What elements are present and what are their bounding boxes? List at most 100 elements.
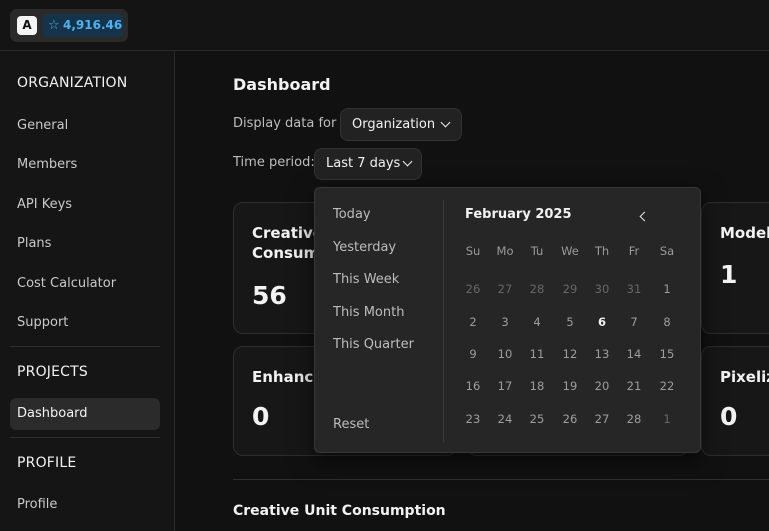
star-icon: ☆ bbox=[48, 18, 60, 33]
weekday-label: Tu bbox=[530, 244, 544, 258]
card-title: Pixeliza bbox=[720, 368, 769, 386]
preset-this-quarter[interactable]: This Quarter bbox=[333, 337, 414, 352]
organization-select[interactable]: Organization bbox=[340, 108, 462, 141]
calendar-day[interactable]: 19 bbox=[554, 376, 586, 396]
organization-select-value: Organization bbox=[352, 117, 436, 132]
display-data-label: Display data for bbox=[233, 116, 337, 131]
account-pill[interactable]: A ☆ 4,916.46 bbox=[10, 9, 128, 42]
chevron-left-icon[interactable] bbox=[639, 211, 650, 222]
calendar-day[interactable]: 18 bbox=[521, 376, 553, 396]
sidebar-item-members[interactable]: Members bbox=[17, 157, 77, 172]
sidebar-item-api-keys[interactable]: API Keys bbox=[17, 197, 72, 212]
reset-button[interactable]: Reset bbox=[333, 417, 369, 432]
page-title: Dashboard bbox=[233, 75, 331, 94]
sidebar-item-support[interactable]: Support bbox=[17, 315, 68, 330]
calendar-day[interactable]: 4 bbox=[521, 312, 553, 332]
calendar-day[interactable]: 2 bbox=[457, 312, 489, 332]
sidebar-item-profile[interactable]: Profile bbox=[17, 497, 57, 512]
calendar-day[interactable]: 1 bbox=[651, 279, 683, 299]
time-period-label: Time period: bbox=[233, 155, 315, 170]
calendar-week: 2 3 4 5 6 7 8 bbox=[457, 312, 683, 332]
sidebar-section-profile: PROFILE bbox=[17, 455, 77, 471]
calendar-week: 16 17 18 19 20 21 22 bbox=[457, 376, 683, 396]
section-title-creative-unit-consumption: Creative Unit Consumption bbox=[233, 503, 446, 519]
sidebar-item-general[interactable]: General bbox=[17, 118, 68, 133]
card-title: Enhance bbox=[252, 368, 324, 386]
calendar-day[interactable]: 31 bbox=[618, 279, 650, 299]
weekday-header-row: Su Mo Tu We Th Fr Sa bbox=[457, 241, 683, 261]
calendar-day[interactable]: 10 bbox=[489, 344, 521, 364]
calendar-day[interactable]: 1 bbox=[651, 409, 683, 429]
credits-value: 4,916.46 bbox=[63, 18, 123, 32]
sidebar-section-projects: PROJECTS bbox=[17, 364, 88, 380]
calendar-day[interactable]: 29 bbox=[554, 279, 586, 299]
calendar-day[interactable]: 30 bbox=[586, 279, 618, 299]
chevron-down-icon bbox=[402, 156, 413, 167]
section-divider bbox=[233, 479, 769, 480]
popover-separator bbox=[443, 200, 444, 442]
calendar-day[interactable]: 27 bbox=[489, 279, 521, 299]
weekday-label: Su bbox=[465, 244, 481, 258]
card-title: Models bbox=[720, 224, 769, 242]
calendar-day[interactable]: 12 bbox=[554, 344, 586, 364]
sidebar-divider bbox=[10, 346, 160, 347]
calendar-day[interactable]: 11 bbox=[521, 344, 553, 364]
weekday-label: Th bbox=[594, 244, 610, 258]
sidebar-item-dashboard[interactable]: Dashboard bbox=[10, 398, 160, 430]
calendar-day[interactable]: 26 bbox=[457, 279, 489, 299]
preset-this-month[interactable]: This Month bbox=[333, 305, 404, 320]
date-range-popover: Today Yesterday This Week This Month Thi… bbox=[314, 187, 701, 453]
card-value: 0 bbox=[252, 402, 270, 431]
calendar-day[interactable]: 24 bbox=[489, 409, 521, 429]
preset-today[interactable]: Today bbox=[333, 207, 371, 222]
calendar-day[interactable]: 8 bbox=[651, 312, 683, 332]
card-value: 1 bbox=[720, 260, 738, 289]
sidebar-section-organization: ORGANIZATION bbox=[17, 75, 128, 91]
calendar-day[interactable]: 23 bbox=[457, 409, 489, 429]
calendar-day[interactable]: 15 bbox=[651, 344, 683, 364]
calendar-day[interactable]: 9 bbox=[457, 344, 489, 364]
preset-yesterday[interactable]: Yesterday bbox=[333, 240, 396, 255]
calendar-day[interactable]: 3 bbox=[489, 312, 521, 332]
calendar-week: 26 27 28 29 30 31 1 bbox=[457, 279, 683, 299]
calendar-day[interactable]: 14 bbox=[618, 344, 650, 364]
card-value: 0 bbox=[720, 402, 738, 431]
calendar-day[interactable]: 17 bbox=[489, 376, 521, 396]
app-logo[interactable]: A bbox=[17, 16, 37, 35]
calendar-day[interactable]: 28 bbox=[521, 279, 553, 299]
calendar-day[interactable]: 27 bbox=[586, 409, 618, 429]
calendar-day[interactable]: 13 bbox=[586, 344, 618, 364]
stat-card-pixelization: Pixeliza 0 bbox=[701, 346, 769, 456]
time-period-select[interactable]: Last 7 days bbox=[314, 148, 422, 180]
calendar-day[interactable]: 22 bbox=[651, 376, 683, 396]
weekday-label: Mo bbox=[496, 244, 514, 258]
weekday-label: Fr bbox=[628, 244, 640, 258]
calendar-day-today[interactable]: 6 bbox=[586, 312, 618, 332]
calendar-day[interactable]: 7 bbox=[618, 312, 650, 332]
sidebar-item-plans[interactable]: Plans bbox=[17, 236, 51, 251]
calendar-day[interactable]: 21 bbox=[618, 376, 650, 396]
sidebar-item-cost-calculator[interactable]: Cost Calculator bbox=[17, 276, 116, 291]
chevron-down-icon bbox=[440, 117, 451, 128]
preset-this-week[interactable]: This Week bbox=[333, 272, 399, 287]
stat-card-models: Models 1 bbox=[701, 202, 769, 334]
calendar-day[interactable]: 16 bbox=[457, 376, 489, 396]
calendar-day[interactable]: 5 bbox=[554, 312, 586, 332]
card-title: Creative bbox=[252, 224, 323, 242]
calendar-day[interactable]: 20 bbox=[586, 376, 618, 396]
sidebar: ORGANIZATION General Members API Keys Pl… bbox=[0, 51, 175, 531]
credits-badge[interactable]: ☆ 4,916.46 bbox=[43, 14, 123, 37]
sidebar-divider bbox=[10, 437, 160, 438]
weekday-label: Sa bbox=[659, 244, 675, 258]
calendar-day[interactable]: 28 bbox=[618, 409, 650, 429]
card-value: 56 bbox=[252, 281, 287, 310]
top-bar: A ☆ 4,916.46 bbox=[0, 0, 769, 51]
card-title-line2: Consum bbox=[252, 244, 320, 262]
calendar-week: 23 24 25 26 27 28 1 bbox=[457, 409, 683, 429]
weekday-label: We bbox=[561, 244, 579, 258]
calendar-week: 9 10 11 12 13 14 15 bbox=[457, 344, 683, 364]
calendar-day[interactable]: 26 bbox=[554, 409, 586, 429]
time-period-value: Last 7 days bbox=[326, 156, 401, 171]
calendar-month-title: February 2025 bbox=[465, 207, 572, 222]
calendar-day[interactable]: 25 bbox=[521, 409, 553, 429]
